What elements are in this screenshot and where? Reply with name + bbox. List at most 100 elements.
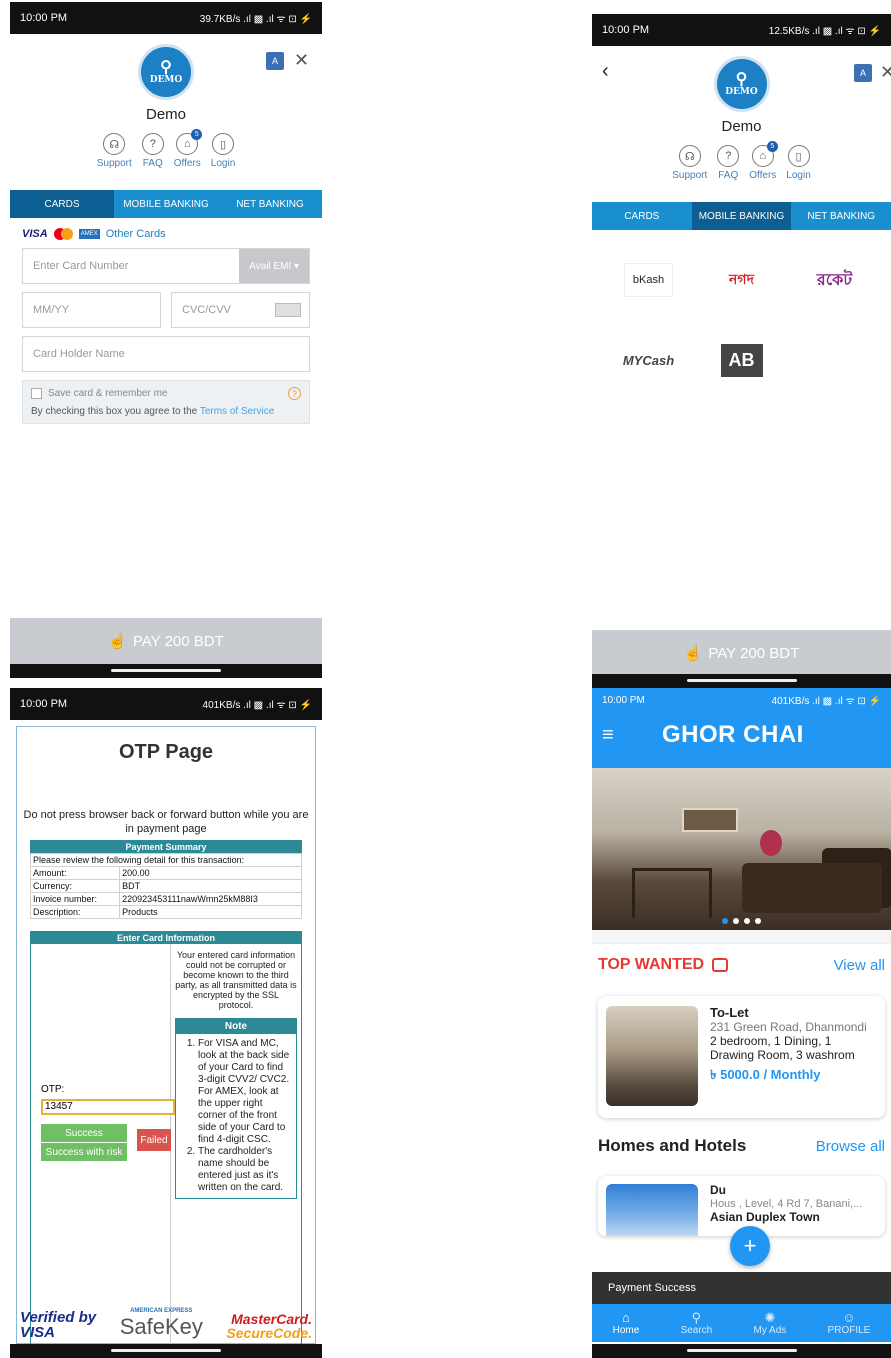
otp-frame: OTP Page Do not press browser back or fo… (16, 726, 316, 1358)
status-time: 10:00 PM (20, 698, 68, 710)
pay-button[interactable]: ☝ PAY 200 BDT (10, 618, 322, 664)
provider-mycash[interactable]: MYCash (602, 330, 695, 390)
close-icon[interactable]: ✕ (294, 50, 309, 71)
tab-net-banking[interactable]: NET BANKING (791, 202, 891, 230)
status-time: 10:00 PM (20, 12, 68, 24)
hotel-name: Du (710, 1183, 726, 1197)
search-icon: ⚲ (691, 1309, 702, 1325)
help-icon[interactable]: ? (288, 387, 301, 400)
tab-net-banking[interactable]: NET BANKING (218, 190, 322, 218)
otp-input[interactable]: 13457 (41, 1099, 175, 1115)
card-payment-screen: 10:00 PM 39.7KB/s .ıl ▩ .ıl ᯤ ⊡ ⚡ A ✕ ⚲ D… (10, 2, 322, 678)
login-button[interactable]: ▯ Login (211, 133, 235, 169)
nav-my-ads[interactable]: ✺ My Ads (754, 1309, 787, 1336)
offers-badge: 5 (191, 129, 203, 140)
otp-entry-area: OTP: 13457 Success Success with risk Fai… (31, 944, 175, 1358)
back-icon[interactable]: ‹ (602, 60, 609, 83)
tab-cards[interactable]: CARDS (592, 202, 692, 230)
add-button[interactable]: + (730, 1226, 770, 1266)
card-brands: VISA AMEX Other Cards (22, 228, 310, 240)
table-row: Amount: 200.00 (29, 866, 302, 880)
view-all-link[interactable]: View all (834, 957, 885, 974)
gateway-header: A ✕ ⚲ DEMO Demo ☊ Support ? FAQ ⌂ 5 Offers ▯ L… (10, 44, 322, 190)
support-button[interactable]: ☊ Support (97, 133, 132, 169)
amex-safekey-logo: AMERICAN EXPRESS SafeKey (119, 1308, 203, 1339)
tab-mobile-banking[interactable]: MOBILE BANKING (114, 190, 218, 218)
gift-icon: ⌂ 5 (751, 141, 778, 167)
language-icon[interactable]: A (854, 64, 872, 82)
status-indicators: 401KB/s .ıl ▩ .ıl ᯤ ⊡ ⚡ (202, 700, 312, 711)
tab-cards[interactable]: CARDS (10, 190, 114, 218)
image-icon (712, 958, 729, 972)
gateway-tools: ☊ Support ? FAQ ⌂ 5 Offers ▯ Login (592, 141, 891, 181)
gift-icon: ⌂ 5 (176, 129, 203, 155)
merchant-name: Demo (721, 118, 762, 135)
language-icon[interactable]: A (266, 52, 284, 70)
security-logos: Verified by VISA AMERICAN EXPRESS SafeKey … (16, 1308, 316, 1340)
status-bar: 10:00 PM 401KB/s .ıl ▩ .ıl ᯤ ⊡ ⚡ (10, 688, 322, 720)
offers-button[interactable]: ⌂ 5 Offers (174, 129, 203, 169)
nav-profile[interactable]: ☺ PROFILE (828, 1309, 871, 1336)
faq-button[interactable]: ? FAQ (717, 145, 740, 181)
top-wanted-header: TOP WANTED View all (592, 944, 891, 986)
hand-icon: ☝ (108, 633, 127, 650)
nav-home[interactable]: ⌂ Home (613, 1310, 640, 1336)
hotel-address: Hous , Level, 4 Rd 7, Banani,... (710, 1198, 863, 1210)
success-with-risk-button[interactable]: Success with risk (41, 1143, 127, 1161)
card-number-input[interactable]: Enter Card Number Avail EMI ▾ (22, 248, 310, 284)
pay-button[interactable]: ☝ PAY 200 BDT (592, 630, 891, 676)
status-indicators: 401KB/s .ıl ▩ .ıl ᯤ ⊡ ⚡ (771, 696, 881, 707)
nav-search[interactable]: ⚲ Search (681, 1309, 713, 1336)
section-title: TOP WANTED (598, 956, 705, 973)
failed-button[interactable]: Failed (137, 1129, 171, 1151)
avail-emi-dropdown[interactable]: Avail EMI ▾ (239, 249, 309, 283)
status-bar: 10:00 PM 12.5KB/s .ıl ▩ .ıl ᯤ ⊡ ⚡ (592, 14, 891, 46)
provider-rocket[interactable]: রকেট (788, 250, 881, 310)
profile-icon: ☺ (842, 1309, 856, 1325)
save-card-checkbox[interactable] (31, 388, 42, 399)
close-icon[interactable]: ✕ (880, 62, 891, 83)
hero-carousel[interactable] (592, 768, 891, 930)
offers-button[interactable]: ⌂ 5 Offers (749, 141, 778, 181)
card-holder-input[interactable]: Card Holder Name (22, 336, 310, 372)
terms-text: By checking this box you agree to the Te… (31, 406, 275, 417)
question-icon: ? (141, 133, 164, 155)
status-bar: 10:00 PM 401KB/s .ıl ▩ .ıl ᯤ ⊡ ⚡ (592, 688, 891, 712)
payment-tabs: CARDS MOBILE BANKING NET BANKING (10, 190, 322, 218)
listing-card[interactable]: To-Let 231 Green Road, Dhanmondi 2 bedro… (598, 996, 885, 1118)
status-indicators: 39.7KB/s .ıl ▩ .ıl ᯤ ⊡ ⚡ (199, 14, 312, 25)
status-time: 10:00 PM (602, 24, 650, 36)
faq-button[interactable]: ? FAQ (141, 133, 164, 169)
success-button[interactable]: Success (41, 1124, 127, 1142)
card-information-panel: Enter Card Information OTP: 13457 Succes… (30, 931, 302, 1358)
otp-label: OTP: (41, 1084, 65, 1095)
hand-icon: ☝ (683, 645, 703, 662)
provider-nagad[interactable]: নগদ (695, 250, 788, 310)
gesture-bar (592, 1344, 891, 1358)
login-icon: ▯ (787, 145, 810, 167)
listing-rooms: 2 bedroom, 1 Dining, 1 Drawing Room, 3 w… (710, 1034, 855, 1062)
menu-icon[interactable]: ≡ (602, 724, 662, 747)
mastercard-securecode-logo: MasterCard. SecureCode. (226, 1311, 312, 1341)
summary-header: Payment Summary (30, 840, 302, 854)
cvc-input[interactable]: CVC/CVV (171, 292, 310, 328)
note-box: Note For VISA and MC, look at the back s… (175, 1018, 297, 1199)
login-button[interactable]: ▯ Login (786, 145, 811, 181)
terms-link[interactable]: Terms of Service (200, 406, 274, 417)
browse-all-link[interactable]: Browse all (816, 1138, 885, 1155)
support-button[interactable]: ☊ Support (672, 145, 707, 181)
listing-address: 231 Green Road, Dhanmondi (710, 1020, 867, 1034)
tab-mobile-banking[interactable]: MOBILE BANKING (691, 202, 792, 230)
payment-tabs: CARDS MOBILE BANKING NET BANKING (592, 202, 891, 230)
ads-icon: ✺ (764, 1309, 776, 1325)
provider-ab[interactable]: AB (695, 330, 788, 390)
save-card-box: Save card & remember me ? By checking th… (22, 380, 310, 424)
expiry-input[interactable]: MM/YY (22, 292, 161, 328)
provider-grid: bKash নগদ রকেট MYCash AB (592, 230, 891, 410)
gateway-tools: ☊ Support ? FAQ ⌂ 5 Offers ▯ Login (10, 129, 322, 169)
bottom-navigation: ⌂ Home ⚲ Search ✺ My Ads ☺ PROFILE (592, 1304, 891, 1342)
other-cards-link[interactable]: Other Cards (106, 228, 166, 240)
gesture-bar (10, 664, 322, 678)
provider-bkash[interactable]: bKash (602, 250, 695, 310)
verified-by-visa-logo: Verified by VISA (20, 1309, 97, 1341)
